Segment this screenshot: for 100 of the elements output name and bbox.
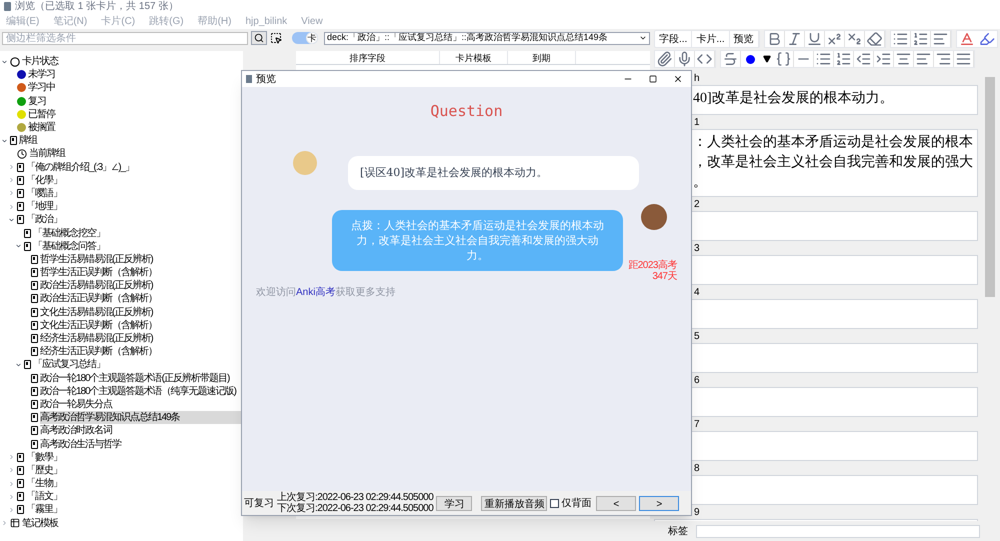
deck-search-dropdown[interactable]: deck:「政治」::「应试复习总结」::高考政治哲学易混知识点总结149条: [324, 32, 650, 44]
deck-icon: [17, 162, 24, 172]
column-header[interactable]: 到期: [508, 51, 576, 64]
tree-item[interactable]: 「歷史」: [26, 464, 243, 477]
deck-icon: [31, 334, 38, 344]
nav-button[interactable]: >: [639, 496, 680, 510]
field-label: 7: [694, 419, 700, 431]
tree-item[interactable]: 未学习: [28, 68, 243, 82]
tree-item[interactable]: 政治一轮180个主观题答题术语(正反辨析带题目): [40, 372, 243, 385]
deck-icon: [31, 400, 38, 409]
tree-item[interactable]: 「生物」: [26, 477, 243, 490]
preview-button[interactable]: 学习: [436, 496, 472, 510]
search-button[interactable]: [251, 31, 267, 45]
last-review-text: 上次复习:2022-06-23 02:29:44.505000: [277, 492, 434, 503]
paperclip-icon[interactable]: [655, 51, 675, 67]
tree-item[interactable]: 卡片状态: [22, 55, 243, 68]
tree-item[interactable]: 笔记模板: [22, 516, 243, 530]
code-icon[interactable]: [695, 51, 715, 67]
tree-item[interactable]: 「霧里」: [26, 503, 243, 516]
tree-item[interactable]: 「基础概念问答」: [33, 240, 243, 253]
deck-icon: [31, 254, 38, 264]
align-center-icon[interactable]: [894, 51, 914, 67]
tree-item[interactable]: 经济生活易错易混(正反辨析): [40, 332, 243, 346]
column-header[interactable]: 卡片模板: [440, 51, 508, 64]
tree-item[interactable]: 学习中: [28, 81, 243, 94]
field-label: 8: [694, 463, 700, 475]
circle-icon: [10, 56, 20, 67]
deck-icon: [17, 215, 24, 224]
column-header[interactable]: 排序字段: [296, 51, 440, 64]
tree-item[interactable]: 「數學」: [26, 450, 243, 464]
tree-item[interactable]: 当前牌组: [29, 147, 243, 160]
tree-item[interactable]: 复习: [28, 94, 243, 108]
tree-item[interactable]: 「应试复习总结」: [33, 358, 243, 372]
tree-item[interactable]: 文化生活易错易混(正反辨析): [40, 306, 243, 319]
card-heading: Question: [430, 101, 503, 122]
maximize-icon[interactable]: [649, 75, 657, 83]
tree-item[interactable]: 「化學」: [26, 174, 243, 187]
mode-toggle[interactable]: 卡: [292, 32, 318, 44]
tree-item[interactable]: 「語文」: [26, 490, 243, 504]
deck-icon: [17, 492, 24, 502]
answer-bubble: 点拨：人类社会的基本矛盾运动是社会发展的根本动力，改革是社会主义社会自我完善和发展的强大动力。: [332, 210, 623, 271]
deck-icon: [17, 202, 24, 212]
deck-icon: [31, 294, 38, 304]
countdown-text: 347天: [652, 271, 677, 282]
sidebar-filter-field[interactable]: 侧边栏筛选条件: [2, 32, 248, 44]
scrollbar[interactable]: [985, 77, 995, 297]
tree-item[interactable]: 「嘤語」: [26, 186, 243, 200]
tree-item[interactable]: 被搁置: [28, 121, 243, 134]
deck-icon: [31, 308, 38, 317]
field-label: h: [694, 73, 700, 85]
align-left-icon[interactable]: [914, 51, 934, 67]
avatar: [293, 150, 317, 174]
footer-link[interactable]: Anki高考: [296, 287, 336, 298]
tree-item[interactable]: 「政治」: [26, 213, 243, 226]
tree-item[interactable]: 牌组: [19, 134, 243, 148]
color-swatch-icon[interactable]: [746, 54, 755, 64]
tags-label: 标签: [668, 524, 688, 538]
deck-icon: [31, 386, 38, 396]
tree-item[interactable]: 「地理」: [26, 200, 243, 214]
editor-button[interactable]: 卡片...: [692, 31, 730, 47]
eraser-icon[interactable]: [864, 31, 885, 47]
nav-button[interactable]: <: [596, 496, 636, 510]
tree-item[interactable]: 政治生活正误判断（含解析）: [40, 292, 243, 306]
field-text: ：人类社会的基本矛盾运动是社会发展的根本: [693, 134, 974, 152]
field-text: 40]改革是社会发展的根本动力。: [693, 90, 895, 108]
checkbox[interactable]: [550, 498, 560, 508]
close-icon[interactable]: [673, 74, 683, 84]
tree-item[interactable]: 「基础概念挖空」: [33, 226, 243, 240]
outdent-icon[interactable]: [854, 51, 874, 67]
align-right-icon[interactable]: [934, 51, 954, 67]
tree-item[interactable]: 文化生活正误判断（含解析）: [40, 318, 243, 332]
editor-button[interactable]: 预览: [730, 31, 759, 47]
deck-clock-icon: [17, 148, 27, 159]
deck-icon: [17, 466, 24, 475]
tree-item[interactable]: 高考政治哲学易混知识点总结149条: [40, 411, 243, 424]
question-bubble: [误区40]改革是社会发展的根本动力。: [348, 156, 639, 190]
tree-item[interactable]: 高考政治时政名词: [40, 424, 243, 438]
bullet-list-icon[interactable]: [814, 51, 834, 67]
deck-icon: [24, 242, 31, 251]
caret-icon[interactable]: [639, 34, 647, 42]
select-tool-icon[interactable]: [270, 32, 282, 44]
deck-icon: [24, 360, 31, 370]
tree-item[interactable]: 政治一轮易失分点: [40, 398, 243, 411]
tree-item[interactable]: 高考政治生活与哲学: [40, 438, 243, 451]
tree-item[interactable]: 政治生活易错易混(正反辨析): [40, 279, 243, 292]
tree-item[interactable]: 哲学生活易错易混(正反辨析): [40, 252, 243, 266]
tree-item[interactable]: 经济生活正误判断（含解析）: [40, 345, 243, 358]
align-justify-icon[interactable]: [954, 51, 974, 67]
window-title: 浏览（已选取 1 张卡片，共 157 张）: [15, 0, 178, 12]
braces-icon[interactable]: [774, 51, 794, 67]
tree-item[interactable]: 已暂停: [28, 108, 243, 121]
editor-button[interactable]: 字段...: [655, 31, 692, 47]
tree-item[interactable]: 「俺の牌组介绍_(:3」∠)_」: [26, 160, 243, 174]
numbered-list-icon[interactable]: [834, 51, 854, 67]
tags-field[interactable]: [696, 524, 980, 538]
indent-icon[interactable]: [874, 51, 894, 67]
checkbox-label: 仅背面: [561, 496, 592, 510]
tree-item[interactable]: 哲学生活正误判断（含解析）: [40, 266, 243, 280]
tree-item[interactable]: 政治一轮180个主观题答题术语（纯享无题速记版): [40, 384, 243, 398]
preview-button[interactable]: 重新播放音频: [481, 496, 548, 510]
